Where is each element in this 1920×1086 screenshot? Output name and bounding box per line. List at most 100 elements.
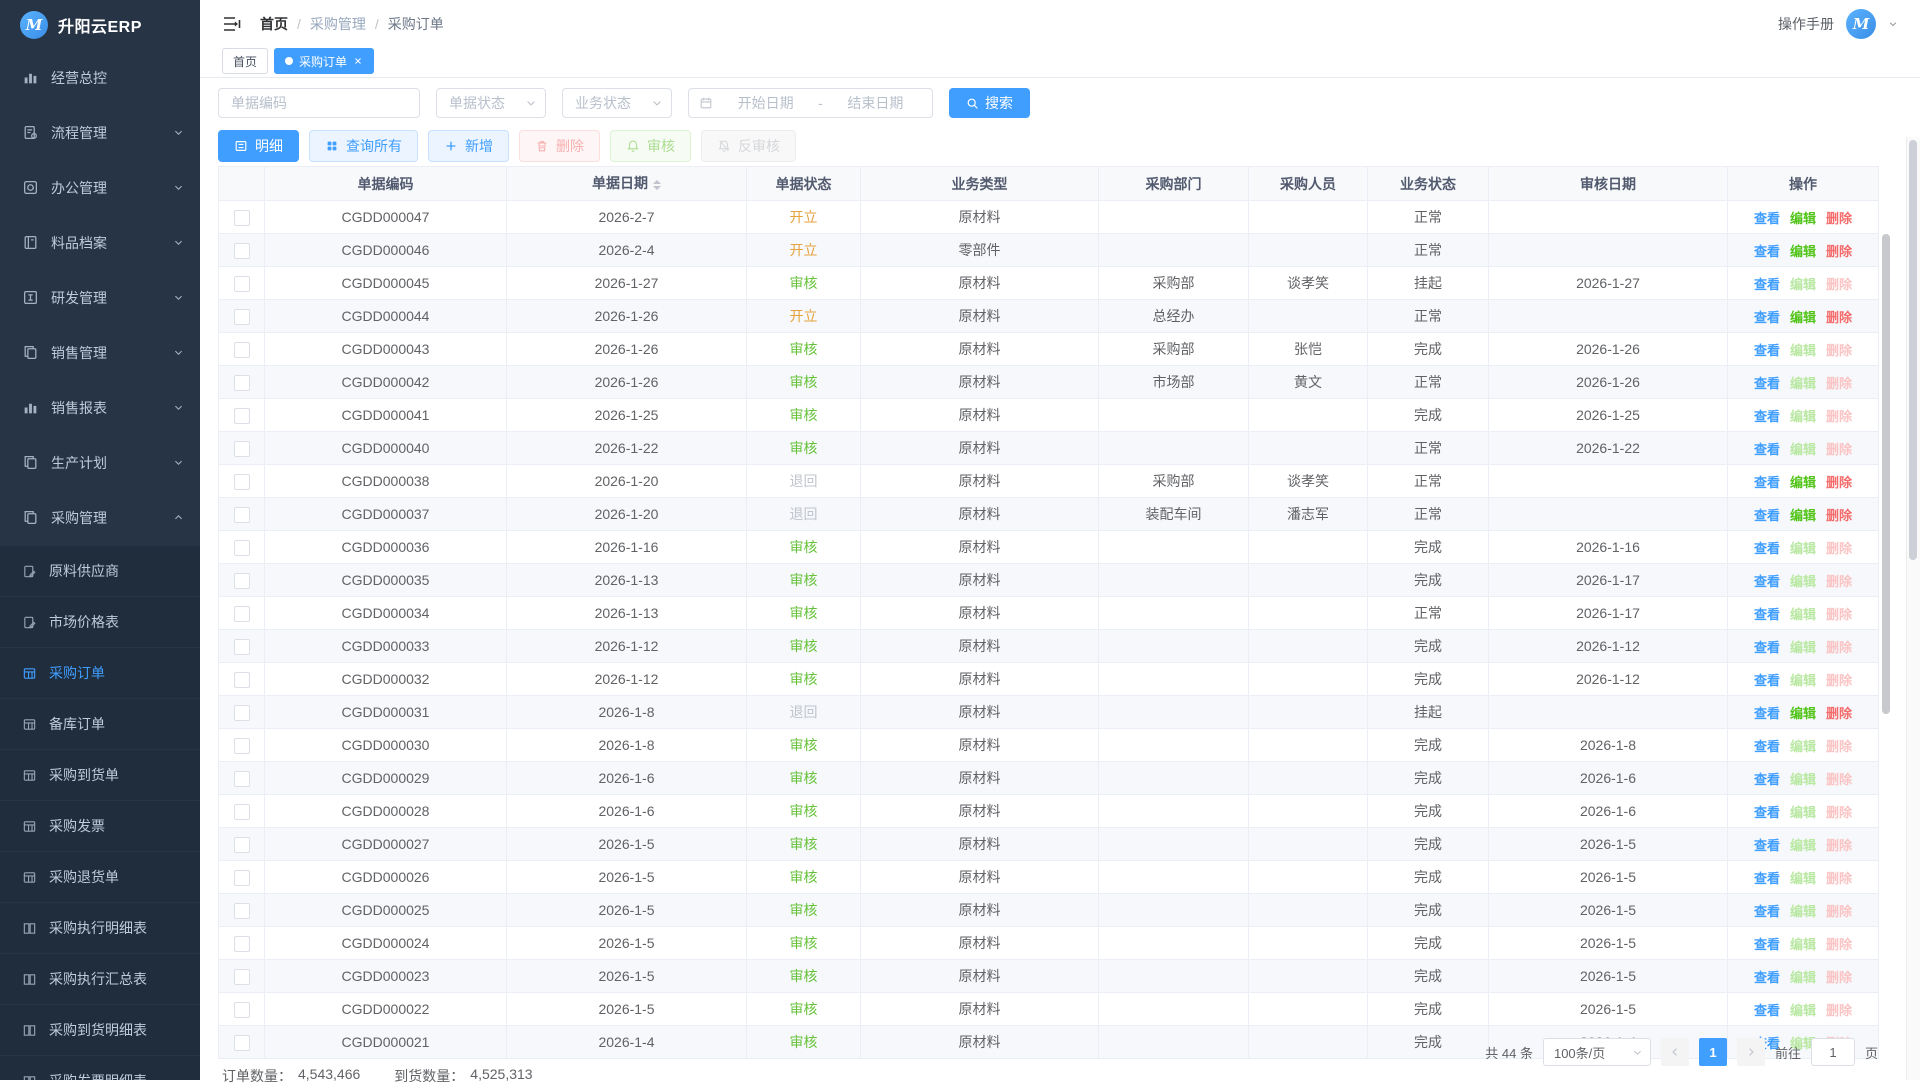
manual-link[interactable]: 操作手册: [1778, 14, 1834, 34]
edit-link[interactable]: 编辑: [1790, 970, 1816, 985]
view-link[interactable]: 查看: [1754, 475, 1780, 490]
view-link[interactable]: 查看: [1754, 574, 1780, 589]
row-checkbox[interactable]: [234, 441, 250, 457]
delete-link[interactable]: 删除: [1826, 343, 1852, 358]
edit-link[interactable]: 编辑: [1790, 904, 1816, 919]
view-link[interactable]: 查看: [1754, 739, 1780, 754]
row-checkbox[interactable]: [234, 210, 250, 226]
edit-link[interactable]: 编辑: [1790, 640, 1816, 655]
row-checkbox[interactable]: [234, 573, 250, 589]
delete-link[interactable]: 删除: [1826, 673, 1852, 688]
sidebar-item-material-archive[interactable]: 料品档案: [0, 215, 200, 270]
sidebar-item-sales-mgmt[interactable]: 销售管理: [0, 325, 200, 380]
edit-link[interactable]: 编辑: [1790, 1003, 1816, 1018]
row-checkbox[interactable]: [234, 606, 250, 622]
delete-link[interactable]: 删除: [1826, 805, 1852, 820]
sidebar-item-rd-mgmt[interactable]: 研发管理: [0, 270, 200, 325]
view-link[interactable]: 查看: [1754, 673, 1780, 688]
row-checkbox[interactable]: [234, 672, 250, 688]
row-checkbox[interactable]: [234, 1002, 250, 1018]
view-link[interactable]: 查看: [1754, 1003, 1780, 1018]
row-checkbox[interactable]: [234, 705, 250, 721]
sidebar-item-purchase-orders[interactable]: 采购订单: [0, 647, 200, 698]
sidebar-item-production-plan[interactable]: 生产计划: [0, 435, 200, 490]
view-link[interactable]: 查看: [1754, 310, 1780, 325]
view-link[interactable]: 查看: [1754, 706, 1780, 721]
row-checkbox[interactable]: [234, 243, 250, 259]
sidebar-collapse-icon[interactable]: [222, 15, 242, 33]
sidebar-item-purchase-arrival-detail[interactable]: 采购到货明细表: [0, 1004, 200, 1055]
column-header[interactable]: 单据日期: [507, 167, 747, 201]
query-all-button[interactable]: 查询所有: [309, 130, 418, 162]
view-link[interactable]: 查看: [1754, 904, 1780, 919]
chevron-down-icon[interactable]: [1888, 19, 1898, 29]
search-button[interactable]: 搜索: [949, 88, 1030, 118]
row-checkbox[interactable]: [234, 408, 250, 424]
edit-link[interactable]: 编辑: [1790, 838, 1816, 853]
row-checkbox[interactable]: [234, 771, 250, 787]
row-checkbox[interactable]: [234, 540, 250, 556]
page-number-button[interactable]: 1: [1699, 1038, 1727, 1066]
delete-link[interactable]: 删除: [1826, 640, 1852, 655]
row-checkbox[interactable]: [234, 870, 250, 886]
edit-link[interactable]: 编辑: [1790, 277, 1816, 292]
view-link[interactable]: 查看: [1754, 442, 1780, 457]
row-checkbox[interactable]: [234, 903, 250, 919]
sidebar-item-process-mgmt[interactable]: 流程管理: [0, 105, 200, 160]
delete-link[interactable]: 删除: [1826, 706, 1852, 721]
edit-link[interactable]: 编辑: [1790, 805, 1816, 820]
doc-status-select[interactable]: 单据状态: [436, 88, 546, 118]
page-size-select[interactable]: 100条/页: [1543, 1038, 1651, 1066]
view-link[interactable]: 查看: [1754, 244, 1780, 259]
tab-purchase-orders[interactable]: 采购订单: [274, 48, 374, 74]
edit-link[interactable]: 编辑: [1790, 937, 1816, 952]
tab-home[interactable]: 首页: [222, 48, 268, 74]
add-button[interactable]: 新增: [428, 130, 509, 162]
view-link[interactable]: 查看: [1754, 541, 1780, 556]
prev-page-button[interactable]: [1661, 1038, 1689, 1066]
page-scrollbar[interactable]: [1906, 137, 1920, 1080]
view-link[interactable]: 查看: [1754, 376, 1780, 391]
row-checkbox[interactable]: [234, 738, 250, 754]
sidebar-item-purchase-arrivals[interactable]: 采购到货单: [0, 749, 200, 800]
edit-link[interactable]: 编辑: [1790, 376, 1816, 391]
delete-link[interactable]: 删除: [1826, 739, 1852, 754]
delete-link[interactable]: 删除: [1826, 277, 1852, 292]
sidebar-item-purchase-exec-summary[interactable]: 采购执行汇总表: [0, 953, 200, 1004]
edit-link[interactable]: 编辑: [1790, 310, 1816, 325]
delete-link[interactable]: 删除: [1826, 442, 1852, 457]
delete-link[interactable]: 删除: [1826, 475, 1852, 490]
detail-button[interactable]: 明细: [218, 130, 299, 162]
unaudit-button[interactable]: 反审核: [701, 130, 796, 162]
edit-link[interactable]: 编辑: [1790, 244, 1816, 259]
page-scrollbar-thumb[interactable]: [1909, 140, 1917, 560]
breadcrumb-item[interactable]: 首页: [260, 14, 288, 34]
view-link[interactable]: 查看: [1754, 805, 1780, 820]
delete-link[interactable]: 删除: [1826, 376, 1852, 391]
edit-link[interactable]: 编辑: [1790, 739, 1816, 754]
edit-link[interactable]: 编辑: [1790, 772, 1816, 787]
view-link[interactable]: 查看: [1754, 277, 1780, 292]
view-link[interactable]: 查看: [1754, 937, 1780, 952]
sidebar-item-market-price-list[interactable]: 市场价格表: [0, 596, 200, 647]
edit-link[interactable]: 编辑: [1790, 211, 1816, 226]
row-checkbox[interactable]: [234, 936, 250, 952]
delete-link[interactable]: 删除: [1826, 541, 1852, 556]
sidebar-item-purchase-exec-detail[interactable]: 采购执行明细表: [0, 902, 200, 953]
delete-link[interactable]: 删除: [1826, 508, 1852, 523]
view-link[interactable]: 查看: [1754, 343, 1780, 358]
view-link[interactable]: 查看: [1754, 640, 1780, 655]
row-checkbox[interactable]: [234, 1035, 250, 1051]
row-checkbox[interactable]: [234, 342, 250, 358]
edit-link[interactable]: 编辑: [1790, 706, 1816, 721]
delete-link[interactable]: 删除: [1826, 574, 1852, 589]
edit-link[interactable]: 编辑: [1790, 343, 1816, 358]
delete-link[interactable]: 删除: [1826, 838, 1852, 853]
audit-button[interactable]: 审核: [610, 130, 691, 162]
table-scrollbar-thumb[interactable]: [1882, 234, 1890, 714]
edit-link[interactable]: 编辑: [1790, 409, 1816, 424]
view-link[interactable]: 查看: [1754, 409, 1780, 424]
sidebar-item-purchase-returns[interactable]: 采购退货单: [0, 851, 200, 902]
edit-link[interactable]: 编辑: [1790, 673, 1816, 688]
delete-button[interactable]: 删除: [519, 130, 600, 162]
